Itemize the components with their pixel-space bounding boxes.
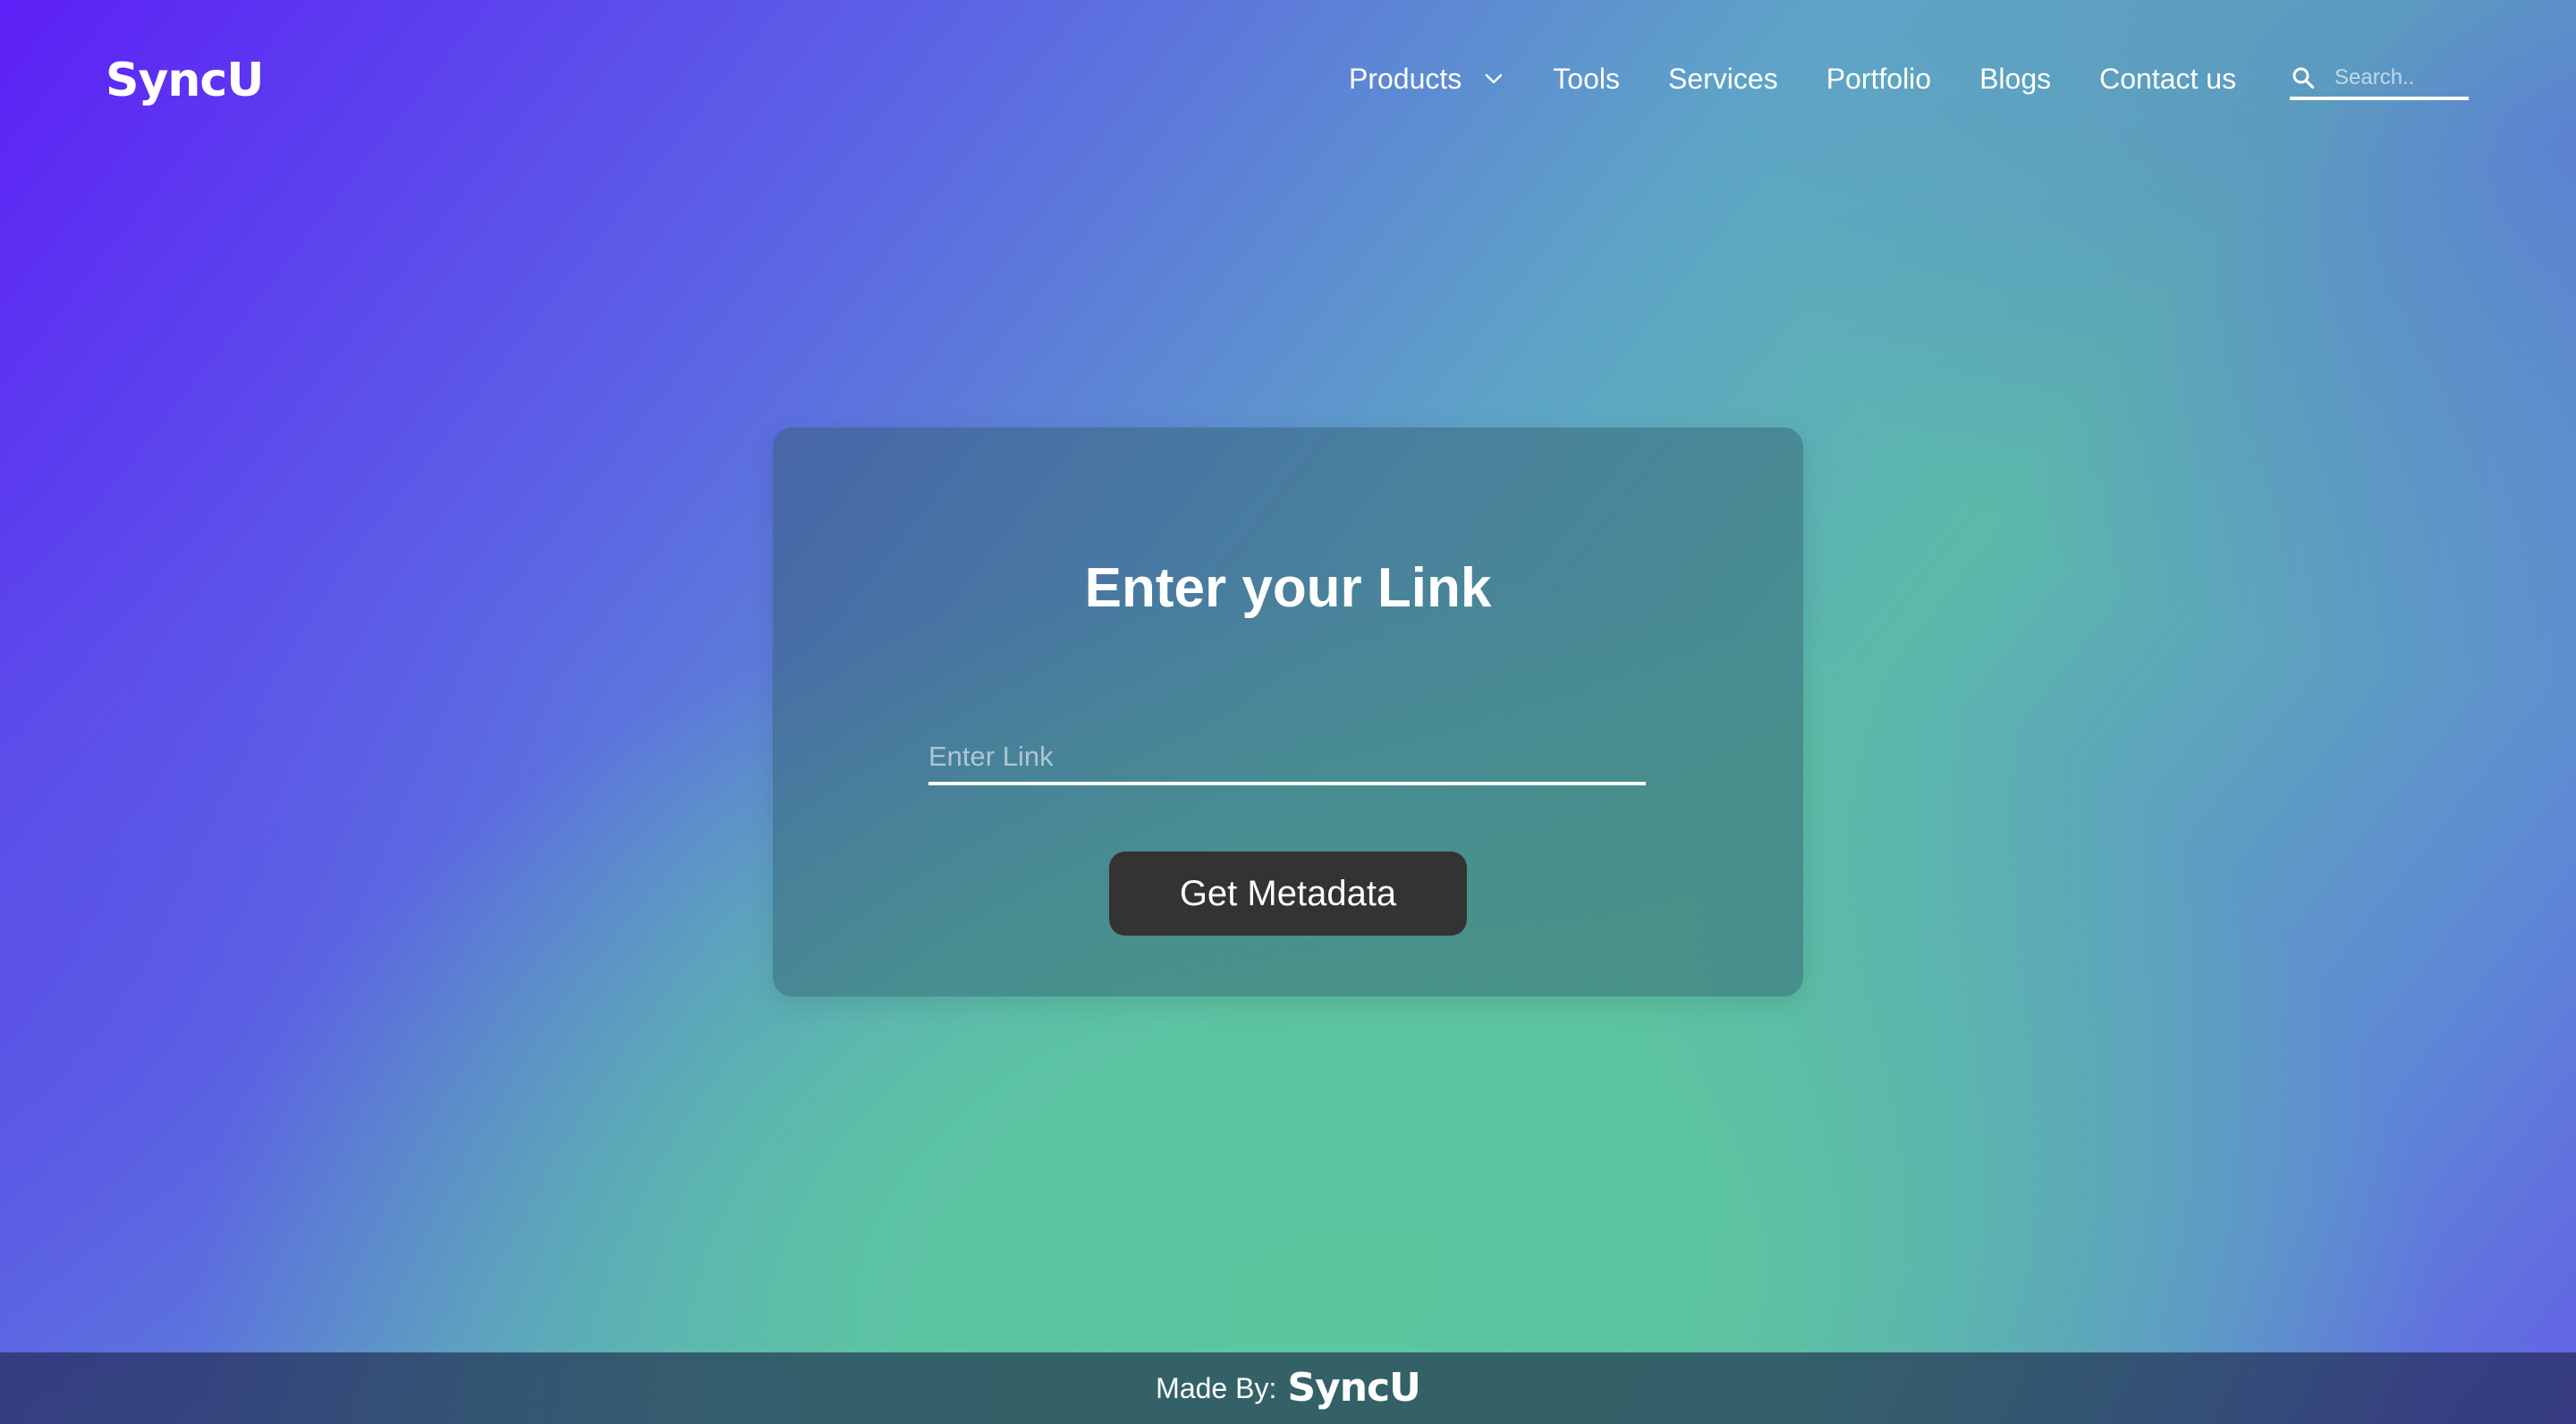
nav-products[interactable]: Products [1349,55,1504,102]
chevron-down-icon [1486,73,1503,84]
get-metadata-button[interactable]: Get Metadata [1109,852,1467,936]
nav-portfolio[interactable]: Portfolio [1826,55,1931,102]
made-by-label: Made By: [1156,1372,1277,1404]
search-box [2290,59,2469,100]
link-card: Enter your Link Get Metadata [773,428,1803,996]
search-icon[interactable] [2292,66,2315,89]
nav-contact-us[interactable]: Contact us [2099,55,2236,102]
syncu-logo[interactable]: SyncU [106,52,264,109]
nav-blogs[interactable]: Blogs [1979,55,2051,102]
site-footer: Made By: SyncU [0,1352,2576,1424]
site-header: SyncU Products Tools Services Portfolio … [0,0,2576,161]
search-input[interactable] [2334,65,2469,90]
main-nav: Products Tools Services Portfolio Blogs … [1349,55,2236,102]
nav-services[interactable]: Services [1668,55,1778,102]
link-input[interactable] [928,732,1646,785]
footer-syncu-logo[interactable]: SyncU [1287,1352,1421,1424]
card-title: Enter your Link [1084,557,1492,619]
nav-products-label: Products [1349,63,1462,95]
nav-tools[interactable]: Tools [1553,55,1620,102]
